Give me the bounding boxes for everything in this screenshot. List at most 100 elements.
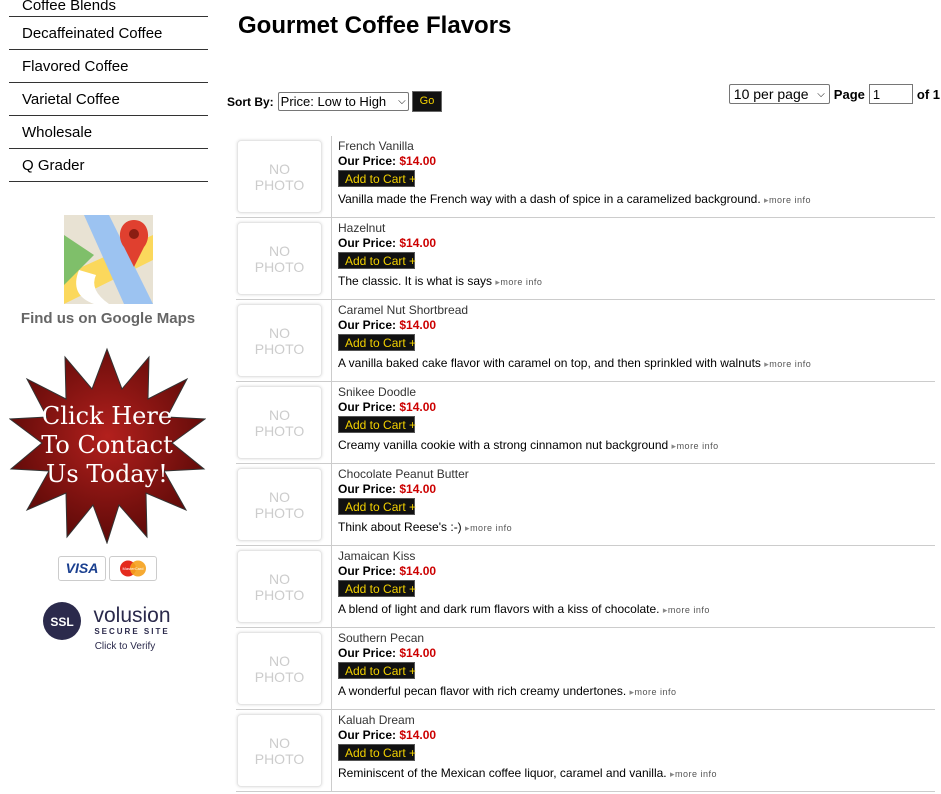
no-photo-placeholder[interactable]: NO PHOTO	[237, 304, 322, 377]
more-info-link[interactable]: more info	[764, 359, 811, 369]
product-description: A blend of light and dark rum flavors wi…	[338, 602, 935, 616]
product-description: Think about Reese's :-) more info	[338, 520, 935, 534]
no-photo-placeholder[interactable]: NO PHOTO	[237, 222, 322, 295]
no-photo-placeholder[interactable]: NO PHOTO	[237, 550, 322, 623]
add-to-cart-button[interactable]: Add to Cart +	[338, 416, 417, 433]
product-price: $14.00	[399, 318, 437, 332]
plus-icon: +	[409, 746, 417, 760]
product-row: NO PHOTO Southern Pecan Our Price: $14.00…	[236, 628, 935, 710]
add-to-cart-button[interactable]: Add to Cart +	[338, 334, 416, 351]
page-title: Gourmet Coffee Flavors	[238, 12, 512, 39]
sidebar-item-wholesale[interactable]: Wholesale	[9, 116, 208, 149]
product-description: The classic. It is what is says more inf…	[338, 274, 935, 288]
no-photo-placeholder[interactable]: NO PHOTO	[237, 140, 322, 213]
product-description: A wonderful pecan flavor with rich cream…	[338, 684, 935, 698]
plus-icon: +	[409, 582, 417, 596]
product-price: $14.00	[399, 728, 437, 742]
sort-value: Price: Low to High	[280, 94, 387, 109]
contact-us-button[interactable]: Click Here To Contact Us Today!	[8, 347, 207, 545]
price-line: Our Price: $14.00	[338, 646, 437, 660]
price-line: Our Price: $14.00	[338, 154, 437, 168]
add-to-cart-button[interactable]: Add to Cart +	[338, 580, 417, 597]
price-line: Our Price: $14.00	[338, 564, 437, 578]
sidebar-item-coffee-blends[interactable]: Coffee Blends	[9, 0, 208, 17]
product-name[interactable]: Kaluah Dream	[338, 713, 935, 727]
product-description: Reminiscent of the Mexican coffee liquor…	[338, 766, 935, 780]
more-info-link[interactable]: more info	[672, 441, 719, 451]
secure-site-text: SECURE SITE	[94, 627, 169, 636]
price-line: Our Price: $14.00	[338, 236, 437, 250]
click-to-verify-text: Click to Verify	[95, 641, 156, 652]
plus-icon: +	[409, 500, 417, 514]
no-photo-placeholder[interactable]: NO PHOTO	[237, 468, 322, 541]
more-info-link[interactable]: more info	[663, 605, 710, 615]
no-photo-placeholder[interactable]: NO PHOTO	[237, 714, 322, 787]
accepted-cards: VISA MasterCard	[58, 556, 158, 581]
ssl-badge-text: SSL	[50, 615, 73, 629]
page-number-input[interactable]: 1	[868, 84, 913, 104]
pagination: 10 per page ⌵ Page 1 of 1	[728, 84, 940, 104]
product-name[interactable]: Snikee Doodle	[338, 385, 935, 399]
product-name[interactable]: Chocolate Peanut Butter	[338, 467, 935, 481]
more-info-link[interactable]: more info	[630, 687, 677, 697]
page-total: of 1	[916, 86, 940, 102]
add-to-cart-button[interactable]: Add to Cart +	[338, 744, 417, 761]
sidebar-item-decaffeinated-coffee[interactable]: Decaffeinated Coffee	[9, 17, 208, 50]
google-maps-icon[interactable]	[63, 215, 153, 304]
product-name[interactable]: Caramel Nut Shortbread	[338, 303, 935, 317]
google-maps-link[interactable]: Find us on Google Maps	[13, 215, 203, 327]
contact-line-3: Us Today!	[46, 460, 168, 488]
go-button[interactable]: Go	[411, 91, 443, 112]
page-label: Page	[833, 86, 865, 102]
sidebar-item-q-grader[interactable]: Q Grader	[9, 149, 208, 182]
product-row: NO PHOTO Snikee Doodle Our Price: $14.00 …	[236, 382, 935, 464]
product-row: NO PHOTO Caramel Nut Shortbread Our Price…	[236, 300, 935, 382]
chevron-down-icon: ⌵	[817, 88, 825, 100]
product-row: NO PHOTO Kaluah Dream Our Price: $14.00 A…	[236, 710, 935, 792]
volusion-brand: volusion	[93, 604, 170, 627]
sidebar-item-flavored-coffee[interactable]: Flavored Coffee	[9, 50, 208, 83]
chevron-down-icon: ⌵	[398, 96, 406, 107]
plus-icon: +	[409, 418, 417, 432]
more-info-link[interactable]: more info	[764, 195, 811, 205]
add-to-cart-button[interactable]: Add to Cart +	[338, 662, 416, 679]
ssl-verify-badge[interactable]: SSL volusion SECURE SITE Click to Verify	[43, 601, 178, 653]
sort-bar: Sort By: Price: Low to High ⌵ Go	[227, 91, 443, 112]
sort-select[interactable]: Price: Low to High ⌵	[277, 92, 409, 111]
visa-icon: VISA	[58, 556, 106, 581]
product-row: NO PHOTO Chocolate Peanut Butter Our Pric…	[236, 464, 935, 546]
visa-label: VISA	[66, 560, 99, 576]
add-to-cart-button[interactable]: Add to Cart +	[338, 170, 416, 187]
per-page-select[interactable]: 10 per page ⌵	[728, 84, 830, 104]
product-name[interactable]: French Vanilla	[338, 139, 935, 153]
product-price: $14.00	[399, 482, 437, 496]
product-name[interactable]: Jamaican Kiss	[338, 549, 935, 563]
add-to-cart-button[interactable]: Add to Cart +	[338, 498, 417, 515]
more-info-link[interactable]: more info	[495, 277, 542, 287]
more-info-link[interactable]: more info	[670, 769, 717, 779]
price-line: Our Price: $14.00	[338, 728, 437, 742]
price-line: Our Price: $14.00	[338, 482, 437, 496]
mastercard-icon: MasterCard	[109, 556, 157, 581]
maps-label[interactable]: Find us on Google Maps	[13, 310, 203, 327]
mastercard-label: MasterCard	[123, 566, 144, 571]
product-price: $14.00	[399, 236, 437, 250]
sort-label: Sort By:	[227, 94, 274, 109]
product-row: NO PHOTO Jamaican Kiss Our Price: $14.00 …	[236, 546, 935, 628]
add-to-cart-button[interactable]: Add to Cart +	[338, 252, 417, 269]
sidebar-item-varietal-coffee[interactable]: Varietal Coffee	[9, 83, 208, 116]
product-price: $14.00	[399, 564, 437, 578]
product-price: $14.00	[399, 400, 437, 414]
product-description: Creamy vanilla cookie with a strong cinn…	[338, 438, 935, 452]
per-page-value: 10 per page	[733, 86, 809, 102]
contact-line-2: To Contact	[41, 431, 173, 459]
plus-icon: +	[409, 254, 417, 268]
no-photo-placeholder[interactable]: NO PHOTO	[237, 632, 322, 705]
price-line: Our Price: $14.00	[338, 318, 437, 332]
product-name[interactable]: Hazelnut	[338, 221, 935, 235]
more-info-link[interactable]: more info	[465, 523, 512, 533]
product-price: $14.00	[399, 646, 437, 660]
product-row: NO PHOTO Hazelnut Our Price: $14.00 Add t…	[236, 218, 935, 300]
product-name[interactable]: Southern Pecan	[338, 631, 935, 645]
no-photo-placeholder[interactable]: NO PHOTO	[237, 386, 322, 459]
